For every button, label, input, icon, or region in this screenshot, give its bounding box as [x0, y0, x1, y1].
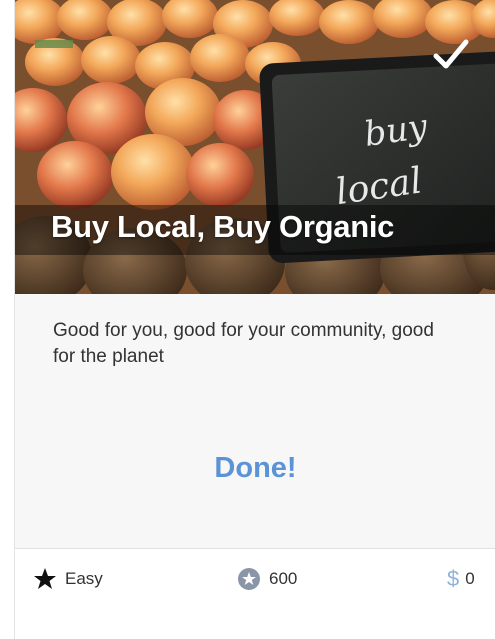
cost-value: 0 [465, 569, 475, 588]
done-status[interactable]: Done! [15, 448, 495, 488]
challenge-card[interactable]: buy local Buy Local, Buy Organic Good fo… [14, 0, 495, 639]
cost-stat: $ 0 [447, 566, 475, 592]
checkmark-icon [433, 39, 469, 69]
difficulty-label: Easy [65, 569, 103, 588]
star-icon [34, 568, 56, 589]
card-title: Buy Local, Buy Organic [51, 209, 395, 244]
card-footer [15, 549, 495, 639]
difficulty-stat: Easy [33, 566, 103, 592]
card-description: Good for you, good for your community, g… [53, 320, 434, 367]
badge-star-icon [238, 568, 260, 590]
points-value: 600 [269, 569, 298, 588]
points-stat: 600 [237, 566, 297, 592]
dollar-icon: $ [447, 566, 460, 591]
hero-image: buy local Buy Local, Buy Organic [15, 0, 495, 294]
